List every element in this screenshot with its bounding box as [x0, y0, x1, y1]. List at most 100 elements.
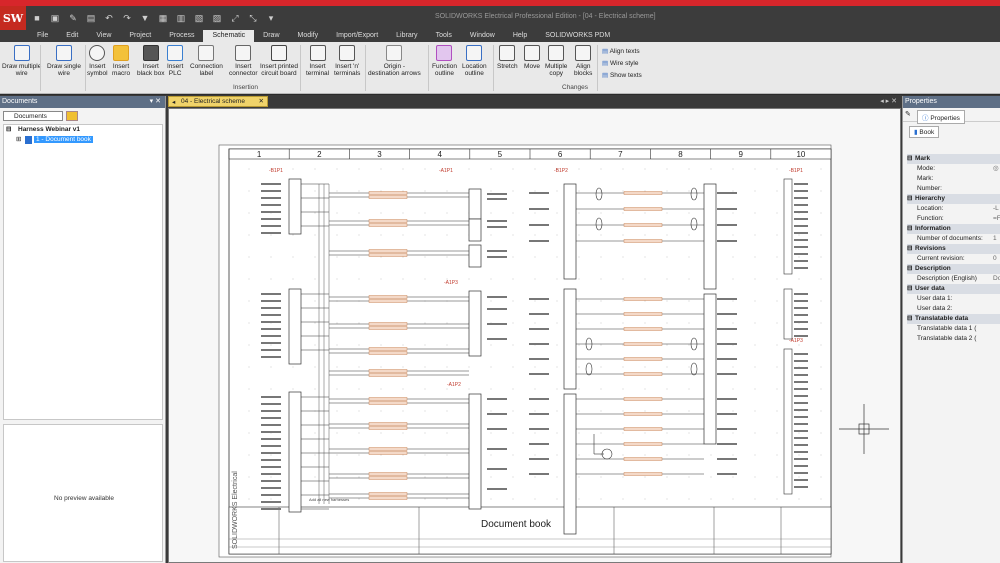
connector-block[interactable]: [563, 288, 577, 390]
component-tag[interactable]: -A1P3: [444, 280, 458, 286]
function-outline-button[interactable]: Function outline: [432, 45, 457, 77]
connection-label-button[interactable]: Connection label: [190, 45, 223, 77]
menu-item-tools[interactable]: Tools: [427, 30, 461, 42]
menu-item-draw[interactable]: Draw: [254, 30, 288, 42]
wire-label[interactable]: [623, 397, 663, 401]
property-category[interactable]: ⊟ Mark: [907, 154, 1000, 164]
wire-label[interactable]: [623, 342, 663, 346]
collapse-icon[interactable]: ⊟: [907, 244, 912, 254]
menu-item-schematic[interactable]: Schematic: [203, 30, 255, 42]
property-row[interactable]: Translatable data 1 (: [907, 324, 1000, 334]
quick-access-button[interactable]: ↶: [102, 11, 116, 25]
menu-item-help[interactable]: Help: [504, 30, 536, 42]
component-tag[interactable]: -B1P1: [789, 168, 803, 174]
wire-label[interactable]: [368, 422, 408, 426]
tab-close-icon[interactable]: ✕: [259, 97, 264, 107]
wire-label[interactable]: [368, 496, 408, 500]
connector-block[interactable]: [288, 391, 302, 513]
wire-label[interactable]: [368, 476, 408, 480]
property-category[interactable]: ⊟ Hierarchy: [907, 194, 1000, 204]
wire-label[interactable]: [623, 442, 663, 446]
wire-label[interactable]: [623, 412, 663, 416]
show-texts-button[interactable]: ▤ Show texts: [602, 71, 642, 79]
draw-single-wire-button[interactable]: Draw single wire: [47, 45, 81, 77]
quick-access-button[interactable]: ⤢: [228, 11, 242, 25]
wire-label[interactable]: [368, 295, 408, 299]
tab-properties[interactable]: ⓘ Properties: [917, 110, 965, 124]
property-row[interactable]: Translatable data 2 (: [907, 334, 1000, 344]
collapse-icon[interactable]: ⊟: [907, 264, 912, 274]
terminal-strip[interactable]: [783, 348, 793, 495]
property-row[interactable]: Number:: [907, 184, 1000, 194]
wire-label[interactable]: [368, 191, 408, 195]
menu-item-view[interactable]: View: [87, 30, 120, 42]
quick-access-button[interactable]: ▼: [138, 11, 152, 25]
menu-item-modify[interactable]: Modify: [289, 30, 328, 42]
tree-item-book[interactable]: ⊞ 1 - Document book: [4, 135, 162, 145]
insert-terminal-button[interactable]: Insert terminal: [306, 45, 329, 77]
wire-label[interactable]: [623, 457, 663, 461]
component-tag[interactable]: -B1P1: [269, 168, 283, 174]
property-category[interactable]: ⊟ Translatable data: [907, 314, 1000, 324]
property-category[interactable]: ⊟ Information: [907, 224, 1000, 234]
align-texts-button[interactable]: ▤ Align texts: [602, 47, 640, 55]
wire-label[interactable]: [368, 426, 408, 430]
property-category[interactable]: ⊟ User data: [907, 284, 1000, 294]
wire-label[interactable]: [368, 369, 408, 373]
terminal-strip[interactable]: [783, 178, 793, 275]
wire-label[interactable]: [368, 249, 408, 253]
property-row[interactable]: Mode: ◎: [907, 164, 1000, 174]
connector-block[interactable]: [288, 288, 302, 365]
connector-block[interactable]: [563, 183, 577, 280]
multiple-copy-button[interactable]: Multiple copy: [545, 45, 567, 77]
collapse-icon[interactable]: ⊟: [907, 284, 912, 294]
menu-item-project[interactable]: Project: [120, 30, 160, 42]
connector-block[interactable]: [468, 244, 482, 268]
wire-label[interactable]: [623, 223, 663, 227]
wire-label[interactable]: [623, 372, 663, 376]
menu-item-edit[interactable]: Edit: [57, 30, 87, 42]
wire-label[interactable]: [368, 326, 408, 330]
insert-connector-button[interactable]: Insert connector: [229, 45, 258, 77]
expand-icon[interactable]: ⊞: [16, 135, 21, 145]
wire-label[interactable]: [623, 239, 663, 243]
quick-access-button[interactable]: ⤡: [246, 11, 260, 25]
insert-plc-button[interactable]: Insert PLC: [167, 45, 183, 77]
terminal-strip[interactable]: [783, 288, 793, 340]
property-row[interactable]: Function: =F: [907, 214, 1000, 224]
documents-tab[interactable]: Documents: [3, 111, 63, 121]
pin-icon[interactable]: ▾ ✕: [150, 96, 161, 108]
move-button[interactable]: Move: [524, 45, 540, 70]
connector-block[interactable]: [468, 393, 482, 510]
wire-label[interactable]: [368, 253, 408, 257]
quick-access-button[interactable]: ▣: [48, 11, 62, 25]
wire-label[interactable]: [368, 492, 408, 496]
quick-access-button[interactable]: ▤: [84, 11, 98, 25]
quick-access-button[interactable]: ▾: [264, 11, 278, 25]
schematic-canvas[interactable]: 1 2 3 4 5 6 7 8 9 10 Document book SOLIDWORKS Elect…: [168, 108, 901, 563]
property-row[interactable]: User data 1:: [907, 294, 1000, 304]
quick-access-button[interactable]: ▦: [156, 11, 170, 25]
component-tag[interactable]: -A1P2: [447, 382, 461, 388]
quick-access-button[interactable]: ▨: [210, 11, 224, 25]
insert-black-box-button[interactable]: Insert black box: [137, 45, 164, 77]
property-row[interactable]: Location: -L: [907, 204, 1000, 214]
collapse-icon[interactable]: ⊟: [907, 154, 912, 164]
wire-label[interactable]: [623, 207, 663, 211]
wire-label[interactable]: [623, 357, 663, 361]
brush-icon[interactable]: ✎: [905, 110, 911, 118]
insert-n-terminals-button[interactable]: Insert 'n' terminals: [334, 45, 360, 77]
menu-item-file[interactable]: File: [28, 30, 57, 42]
wire-label[interactable]: [623, 427, 663, 431]
app-logo[interactable]: SW: [0, 6, 26, 30]
wire-label[interactable]: [368, 347, 408, 351]
collapse-icon[interactable]: ⊟: [907, 224, 912, 234]
insert-macro-button[interactable]: Insert macro: [112, 45, 130, 77]
component-tag[interactable]: -A1P1: [439, 168, 453, 174]
wire-label[interactable]: [623, 327, 663, 331]
quick-access-button[interactable]: ✎: [66, 11, 80, 25]
location-outline-button[interactable]: Location outline: [462, 45, 487, 77]
component-tag[interactable]: -B1P2: [554, 168, 568, 174]
collapse-icon[interactable]: ⊟: [907, 314, 912, 324]
connector-block[interactable]: [288, 178, 302, 235]
